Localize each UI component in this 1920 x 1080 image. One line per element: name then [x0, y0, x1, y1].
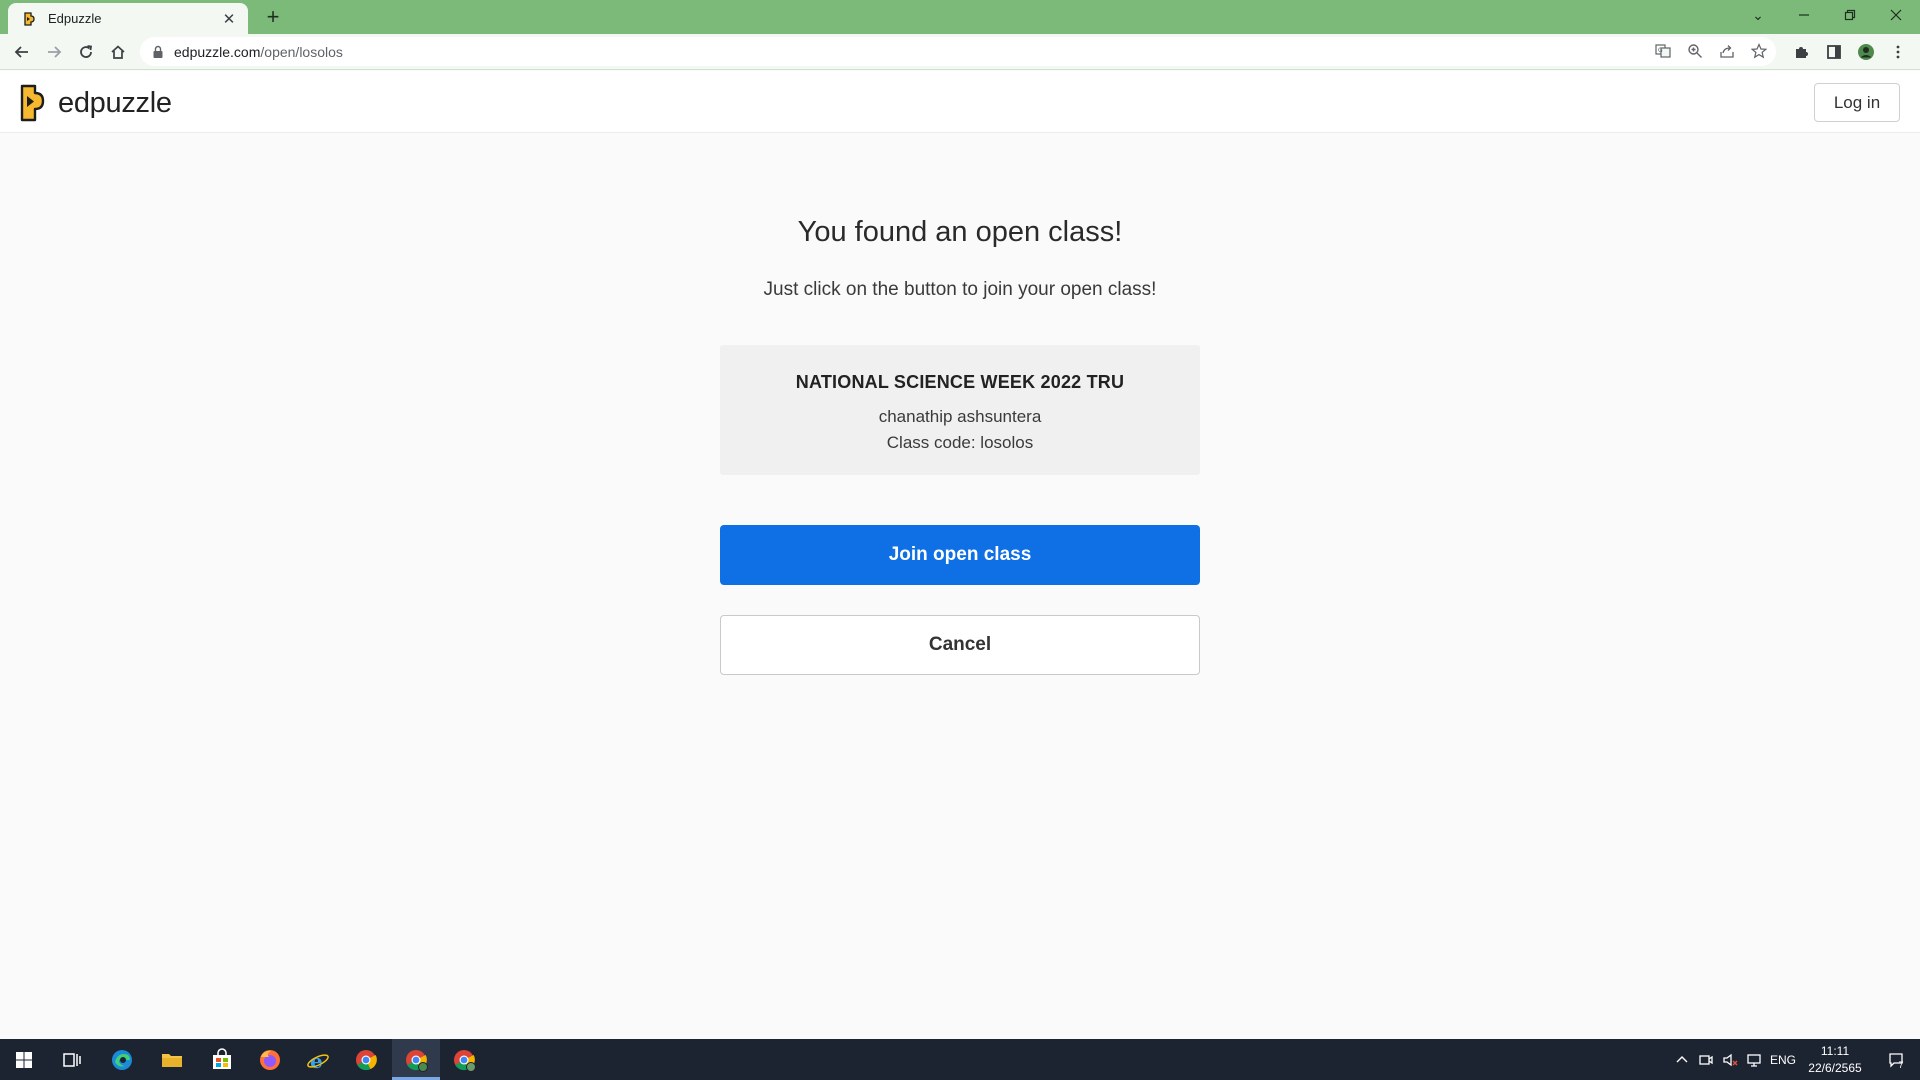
avatar-icon — [1858, 44, 1874, 60]
svg-text:G: G — [1658, 47, 1663, 54]
class-code: Class code: losolos — [886, 433, 1034, 452]
chevron-up-icon — [1676, 1055, 1688, 1062]
volume-button[interactable] — [1718, 1039, 1742, 1080]
chrome-profile-icon — [454, 1049, 476, 1072]
cancel-button[interactable]: Cancel — [720, 615, 1200, 675]
tab-close-icon[interactable]: ✕ — [220, 10, 238, 28]
class-info-card: NATIONAL SCIENCE WEEK 2022 TRU chanathip… — [720, 345, 1200, 475]
puzzle-piece-icon — [1796, 47, 1808, 58]
zoom-icon[interactable] — [1684, 40, 1706, 62]
site-header: edpuzzle Log in — [0, 71, 1920, 133]
reload-icon — [80, 45, 93, 58]
network-icon — [1747, 1053, 1761, 1067]
side-panel-icon — [1827, 45, 1841, 59]
taskbar-store[interactable] — [198, 1039, 246, 1080]
minimize-button[interactable] — [1782, 0, 1826, 30]
address-bar[interactable]: edpuzzle.com/open/losolos G — [140, 37, 1776, 66]
profile-button[interactable] — [1852, 38, 1880, 66]
windows-logo-icon — [16, 1051, 32, 1068]
url-text: edpuzzle.com/open/losolos — [174, 44, 343, 60]
kebab-menu-icon — [1896, 45, 1900, 59]
windows-taskbar: e ENG 11:11 22/6/2565 7 — [0, 1039, 1920, 1080]
url-path: /open/losolos — [260, 43, 343, 60]
back-arrow-icon — [14, 46, 28, 58]
clock-date: 22/6/2565 — [1808, 1061, 1862, 1075]
taskbar-edge[interactable] — [98, 1039, 146, 1080]
browser-toolbar: edpuzzle.com/open/losolos G — [0, 34, 1920, 70]
action-center-button[interactable]: 7 — [1876, 1039, 1916, 1080]
lock-icon — [153, 45, 163, 58]
close-window-button[interactable] — [1874, 0, 1918, 30]
taskbar-clock[interactable]: 11:11 22/6/2565 — [1800, 1043, 1870, 1077]
minimize-icon — [1799, 14, 1809, 16]
browser-menu-button[interactable] — [1884, 38, 1912, 66]
edpuzzle-logo[interactable]: edpuzzle — [18, 82, 172, 124]
omnibox-actions: G — [1652, 40, 1770, 62]
join-open-class-button[interactable]: Join open class — [720, 525, 1200, 585]
speaker-muted-icon — [1723, 1053, 1738, 1066]
task-view-button[interactable] — [48, 1039, 96, 1080]
teacher-name: chanathip ashsuntera — [878, 407, 1042, 426]
input-language-button[interactable]: ENG — [1766, 1039, 1800, 1080]
reload-button[interactable] — [72, 38, 100, 66]
taskbar-file-explorer[interactable] — [148, 1039, 196, 1080]
show-hidden-icons-button[interactable] — [1670, 1039, 1694, 1080]
restore-button[interactable] — [1828, 0, 1872, 30]
new-tab-button[interactable]: + — [260, 5, 286, 31]
taskbar-firefox[interactable] — [246, 1039, 294, 1080]
url-domain: edpuzzle.com — [174, 43, 261, 60]
tab-search-chevron-icon[interactable]: ⌄ — [1736, 0, 1780, 30]
main-content: You found an open class! Just click on t… — [0, 134, 1920, 1038]
translate-icon[interactable]: G — [1652, 40, 1674, 62]
brand-name: edpuzzle — [58, 86, 172, 119]
extensions-button[interactable] — [1788, 38, 1816, 66]
notification-count: 7 — [1898, 1059, 1904, 1070]
clock-time: 11:11 — [1820, 1044, 1850, 1058]
taskbar-internet-explorer[interactable]: e — [294, 1039, 342, 1080]
home-icon — [111, 45, 125, 59]
language-indicator: ENG — [1769, 1052, 1796, 1067]
meet-now-button[interactable] — [1694, 1039, 1718, 1080]
page-title: You found an open class! — [797, 216, 1123, 248]
login-button[interactable]: Log in — [1814, 83, 1900, 122]
edpuzzle-favicon-icon — [24, 11, 35, 26]
edge-browser-icon — [112, 1049, 132, 1070]
side-panel-button[interactable] — [1820, 38, 1848, 66]
svg-text:e: e — [310, 1049, 323, 1073]
class-name: NATIONAL SCIENCE WEEK 2022 TRU — [795, 372, 1125, 392]
store-bag-icon — [213, 1047, 231, 1069]
restore-icon — [1844, 9, 1856, 21]
home-button[interactable] — [104, 38, 132, 66]
start-button[interactable] — [0, 1039, 48, 1080]
chrome-icon — [356, 1049, 377, 1070]
close-icon — [1890, 9, 1902, 21]
forward-button[interactable] — [40, 38, 68, 66]
chrome-profile-icon — [406, 1049, 428, 1072]
browser-tab-edpuzzle[interactable]: Edpuzzle ✕ — [8, 3, 248, 34]
task-view-icon — [63, 1052, 81, 1067]
browser-tabstrip: Edpuzzle ✕ + ⌄ — [0, 0, 1920, 34]
firefox-icon — [260, 1049, 280, 1070]
edpuzzle-logo-icon — [20, 84, 45, 122]
camera-icon — [1699, 1054, 1713, 1065]
page-subtitle: Just click on the button to join your op… — [763, 279, 1157, 300]
taskbar-chrome[interactable] — [342, 1039, 390, 1080]
bookmark-star-icon[interactable] — [1748, 40, 1770, 62]
taskbar-chrome-profile[interactable] — [440, 1039, 488, 1080]
share-icon[interactable] — [1716, 40, 1738, 62]
taskbar-chrome-profile-active[interactable] — [392, 1039, 440, 1080]
back-button[interactable] — [8, 38, 36, 66]
internet-explorer-icon: e — [307, 1049, 329, 1073]
folder-icon — [162, 1053, 182, 1067]
tab-title: Edpuzzle — [48, 11, 102, 26]
forward-arrow-icon — [48, 46, 62, 58]
network-button[interactable] — [1742, 1039, 1766, 1080]
